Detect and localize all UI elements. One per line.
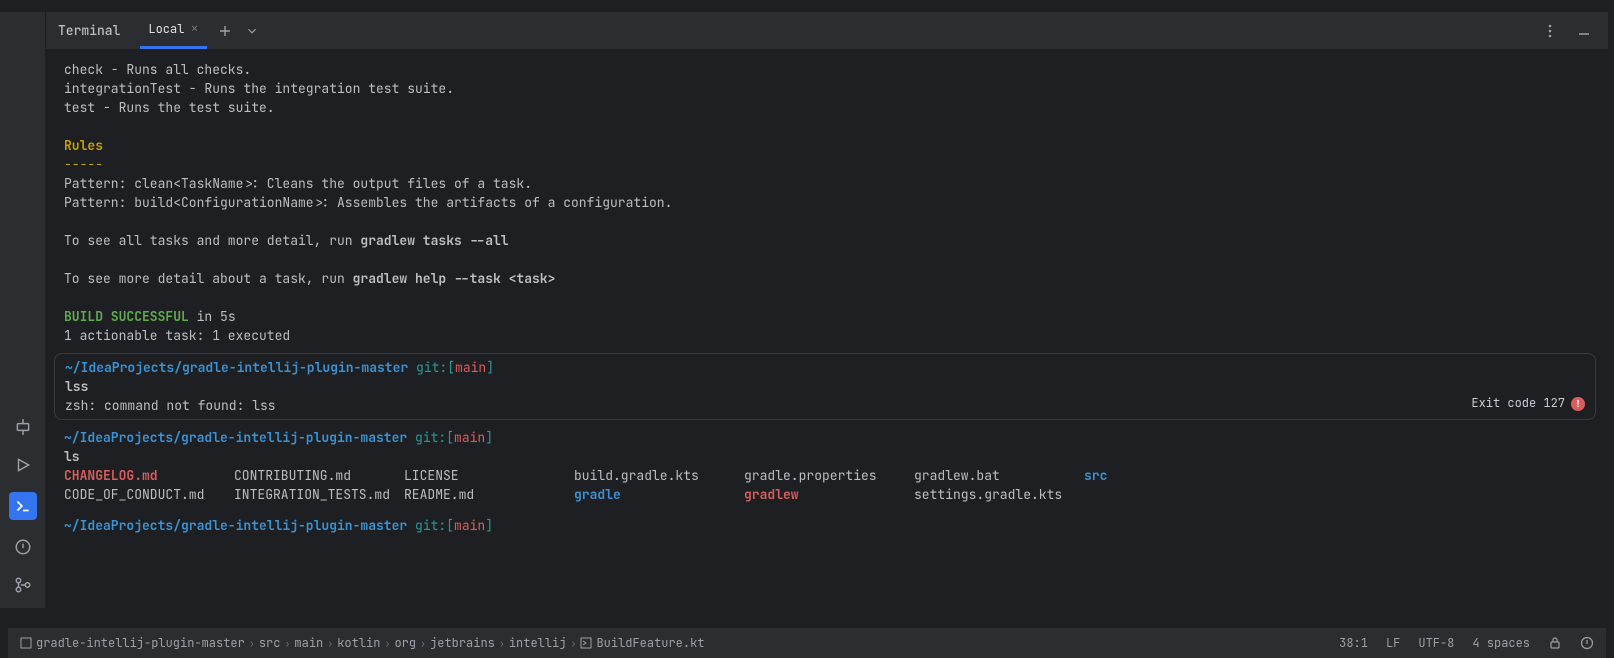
breadcrumb-item[interactable]: BuildFeature.kt bbox=[596, 635, 704, 651]
output-line: Pattern: clean<TaskName>: Cleans the out… bbox=[64, 174, 1586, 193]
output-line: check - Runs all checks. bbox=[64, 60, 1586, 79]
file-item: gradlew bbox=[744, 485, 914, 504]
command-block-ls: ~/IdeaProjects/gradle-intellij-plugin-ma… bbox=[54, 424, 1596, 508]
minimize-icon[interactable] bbox=[1576, 23, 1592, 39]
file-item: settings.gradle.kts bbox=[914, 485, 1084, 504]
chevron-right-icon: › bbox=[327, 637, 333, 650]
line-separator[interactable]: LF bbox=[1386, 635, 1400, 651]
command-input: lss bbox=[65, 377, 1585, 396]
output-line: integrationTest - Runs the integration t… bbox=[64, 79, 1586, 98]
chevron-right-icon: › bbox=[499, 637, 505, 650]
prompt-line[interactable]: ~/IdeaProjects/gradle-intellij-plugin-ma… bbox=[64, 516, 1586, 535]
breadcrumb-item[interactable]: gradle-intellij-plugin-master bbox=[36, 635, 245, 651]
terminal-tab-bar: Terminal Local × bbox=[46, 12, 1608, 50]
indent-setting[interactable]: 4 spaces bbox=[1472, 635, 1530, 651]
file-item: CODE_OF_CONDUCT.md bbox=[64, 485, 234, 504]
breadcrumb-item[interactable]: main bbox=[294, 635, 323, 651]
file-item: gradlew.bat bbox=[914, 466, 1084, 485]
vcs-icon[interactable] bbox=[12, 574, 34, 596]
cursor-position[interactable]: 38:1 bbox=[1339, 635, 1368, 651]
status-bar: gradle-intellij-plugin-master › src › ma… bbox=[8, 628, 1606, 658]
output-line: test - Runs the test suite. bbox=[64, 98, 1586, 117]
lock-icon[interactable] bbox=[1548, 636, 1562, 650]
tool-window-title: Terminal bbox=[58, 22, 120, 39]
module-icon bbox=[20, 637, 32, 649]
chevron-right-icon: › bbox=[249, 637, 255, 650]
dir-item: src bbox=[1084, 466, 1586, 485]
chevron-right-icon: › bbox=[420, 637, 426, 650]
more-icon[interactable] bbox=[1542, 23, 1558, 39]
kotlin-file-icon bbox=[580, 637, 592, 649]
file-item: build.gradle.kts bbox=[574, 466, 744, 485]
exit-code-badge: Exit code 127 ! bbox=[1471, 394, 1585, 413]
terminal-tab-local[interactable]: Local × bbox=[140, 12, 206, 49]
chevron-right-icon: › bbox=[284, 637, 290, 650]
prompt-line: ~/IdeaProjects/gradle-intellij-plugin-ma… bbox=[64, 428, 1586, 447]
output-line: 1 actionable task: 1 executed bbox=[64, 326, 1586, 345]
error-icon: ! bbox=[1571, 397, 1585, 411]
file-encoding[interactable]: UTF-8 bbox=[1418, 635, 1454, 651]
file-item: CONTRIBUTING.md bbox=[234, 466, 404, 485]
file-item: INTEGRATION_TESTS.md bbox=[234, 485, 404, 504]
output-block-gradle: check - Runs all checks. integrationTest… bbox=[54, 56, 1596, 349]
breadcrumb-item[interactable]: jetbrains bbox=[430, 635, 495, 651]
tab-dropdown-icon[interactable] bbox=[245, 24, 259, 38]
output-line: zsh: command not found: lss bbox=[65, 396, 1585, 415]
output-line: To see all tasks and more detail, run gr… bbox=[64, 231, 1586, 250]
close-tab-icon[interactable]: × bbox=[190, 20, 198, 38]
output-line: BUILD SUCCESSFUL in 5s bbox=[64, 307, 1586, 326]
breadcrumb-item[interactable]: kotlin bbox=[337, 635, 380, 651]
new-tab-icon[interactable] bbox=[217, 23, 233, 39]
chevron-right-icon: › bbox=[384, 637, 390, 650]
file-item: CHANGELOG.md bbox=[64, 466, 234, 485]
problems-icon[interactable] bbox=[12, 536, 34, 558]
file-item: LICENSE bbox=[404, 466, 574, 485]
file-item: gradle.properties bbox=[744, 466, 914, 485]
inspection-icon[interactable] bbox=[1580, 636, 1594, 650]
breadcrumb-item[interactable]: intellij bbox=[509, 635, 567, 651]
structure-icon[interactable] bbox=[12, 416, 34, 438]
dir-item: gradle bbox=[574, 485, 744, 504]
command-block-current: ~/IdeaProjects/gradle-intellij-plugin-ma… bbox=[54, 512, 1596, 539]
output-line: ----- bbox=[64, 155, 1586, 174]
breadcrumb-item[interactable]: org bbox=[394, 635, 416, 651]
command-block-error: ~/IdeaProjects/gradle-intellij-plugin-ma… bbox=[54, 353, 1596, 420]
output-heading: Rules bbox=[64, 136, 1586, 155]
breadcrumb-item[interactable]: src bbox=[259, 635, 281, 651]
output-line: Pattern: build<ConfigurationName>: Assem… bbox=[64, 193, 1586, 212]
terminal-tool-icon[interactable] bbox=[9, 492, 37, 520]
run-icon[interactable] bbox=[12, 454, 34, 476]
chevron-right-icon: › bbox=[570, 637, 576, 650]
prompt-line: ~/IdeaProjects/gradle-intellij-plugin-ma… bbox=[65, 358, 1585, 377]
ls-output: CHANGELOG.md CONTRIBUTING.md LICENSE bui… bbox=[64, 466, 1586, 504]
tool-window-left-bar bbox=[0, 12, 46, 608]
terminal-output[interactable]: check - Runs all checks. integrationTest… bbox=[46, 50, 1608, 608]
breadcrumb: gradle-intellij-plugin-master › src › ma… bbox=[20, 635, 704, 651]
tab-label: Local bbox=[148, 21, 184, 37]
command-input: ls bbox=[64, 447, 1586, 466]
status-bar-right: 38:1 LF UTF-8 4 spaces bbox=[1339, 635, 1594, 651]
output-line: To see more detail about a task, run gra… bbox=[64, 269, 1586, 288]
file-item: README.md bbox=[404, 485, 574, 504]
terminal-tool-window: Terminal Local × check - Runs all checks… bbox=[46, 12, 1608, 608]
